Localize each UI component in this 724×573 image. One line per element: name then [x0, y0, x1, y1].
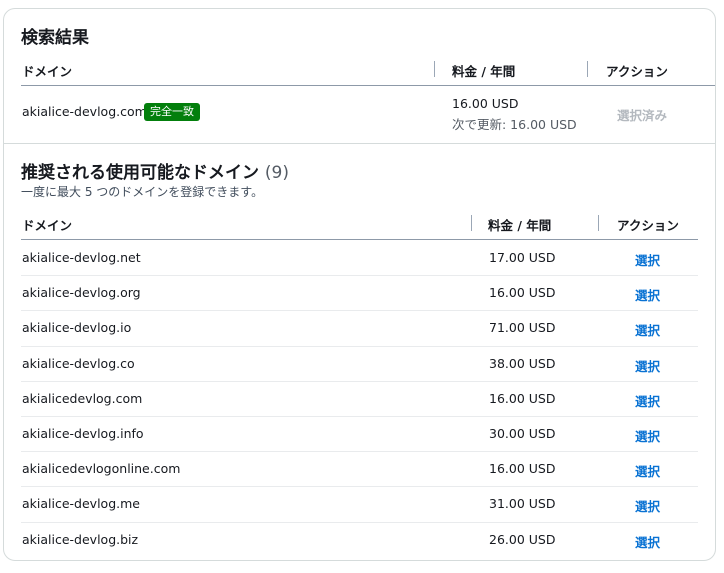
row-divider	[21, 310, 698, 312]
domain-name: akialice-devlog.org	[22, 285, 141, 301]
recommended-heading: 推奨される使用可能なドメイン (9)	[21, 158, 289, 183]
select-button[interactable]: 選択	[635, 496, 660, 515]
domain-name: akialice-devlog.co	[22, 355, 135, 371]
select-button[interactable]: 選択	[635, 532, 660, 551]
column-separator	[471, 215, 472, 231]
section-divider	[4, 143, 715, 144]
column-separator	[434, 61, 435, 77]
recommended-title: 推奨される使用可能なドメイン	[21, 163, 259, 183]
header-divider	[21, 239, 698, 240]
domain-name: akialice-devlog.com	[22, 104, 147, 119]
price: 71.00 USD	[489, 320, 556, 336]
select-button[interactable]: 選択	[635, 250, 660, 269]
select-button[interactable]: 選択	[635, 426, 660, 445]
search-results-heading: 検索結果	[21, 28, 89, 48]
domain-name: akialice-devlog.me	[22, 496, 140, 512]
select-button[interactable]: 選択	[635, 320, 660, 339]
row-divider	[21, 345, 698, 347]
row-divider	[21, 380, 698, 382]
row-divider	[21, 486, 698, 488]
price: 16.00 USD	[452, 96, 519, 111]
row-divider	[21, 275, 698, 277]
domain-name: akialicedevlog.com	[22, 390, 143, 406]
price: 31.00 USD	[489, 496, 556, 512]
exact-match-badge: 完全一致	[144, 103, 200, 121]
column-separator	[598, 215, 599, 231]
column-header-domain: ドメイン	[22, 64, 73, 79]
row-divider	[21, 416, 698, 417]
price: 38.00 USD	[489, 355, 556, 371]
select-button[interactable]: 選択	[635, 461, 660, 480]
column-header-action: アクション	[617, 218, 679, 233]
price: 26.00 USD	[489, 531, 556, 547]
header-divider	[21, 85, 715, 86]
price: 16.00 USD	[489, 390, 556, 406]
column-separator	[587, 61, 588, 77]
price: 30.00 USD	[489, 426, 556, 441]
renewal-price: 次で更新: 16.00 USD	[452, 117, 577, 132]
select-button[interactable]: 選択	[635, 285, 660, 304]
price: 17.00 USD	[489, 250, 556, 265]
domain-name: akialice-devlog.io	[22, 320, 132, 336]
domain-search-panel: 検索結果 ドメイン 料金 / 年間 アクション akialice-devlog.…	[3, 8, 716, 561]
domain-name: akialicedevlogonline.com	[22, 461, 181, 477]
recommended-count: (9)	[264, 163, 290, 183]
selected-button: 選択済み	[617, 108, 668, 123]
column-header-price: 料金 / 年間	[452, 64, 516, 79]
row-divider	[21, 451, 698, 453]
column-header-domain: ドメイン	[22, 218, 73, 233]
row-divider	[21, 521, 698, 523]
domain-name: akialice-devlog.net	[22, 250, 141, 265]
recommended-subtitle: 一度に最大 5 つのドメインを登録できます。	[21, 185, 264, 199]
domain-name: akialice-devlog.info	[22, 426, 144, 441]
column-header-price: 料金 / 年間	[488, 218, 552, 233]
domain-name: akialice-devlog.biz	[22, 531, 139, 547]
price: 16.00 USD	[489, 285, 556, 301]
select-button[interactable]: 選択	[635, 391, 660, 410]
select-button[interactable]: 選択	[635, 356, 660, 375]
price: 16.00 USD	[489, 461, 556, 477]
column-header-action: アクション	[606, 64, 668, 79]
